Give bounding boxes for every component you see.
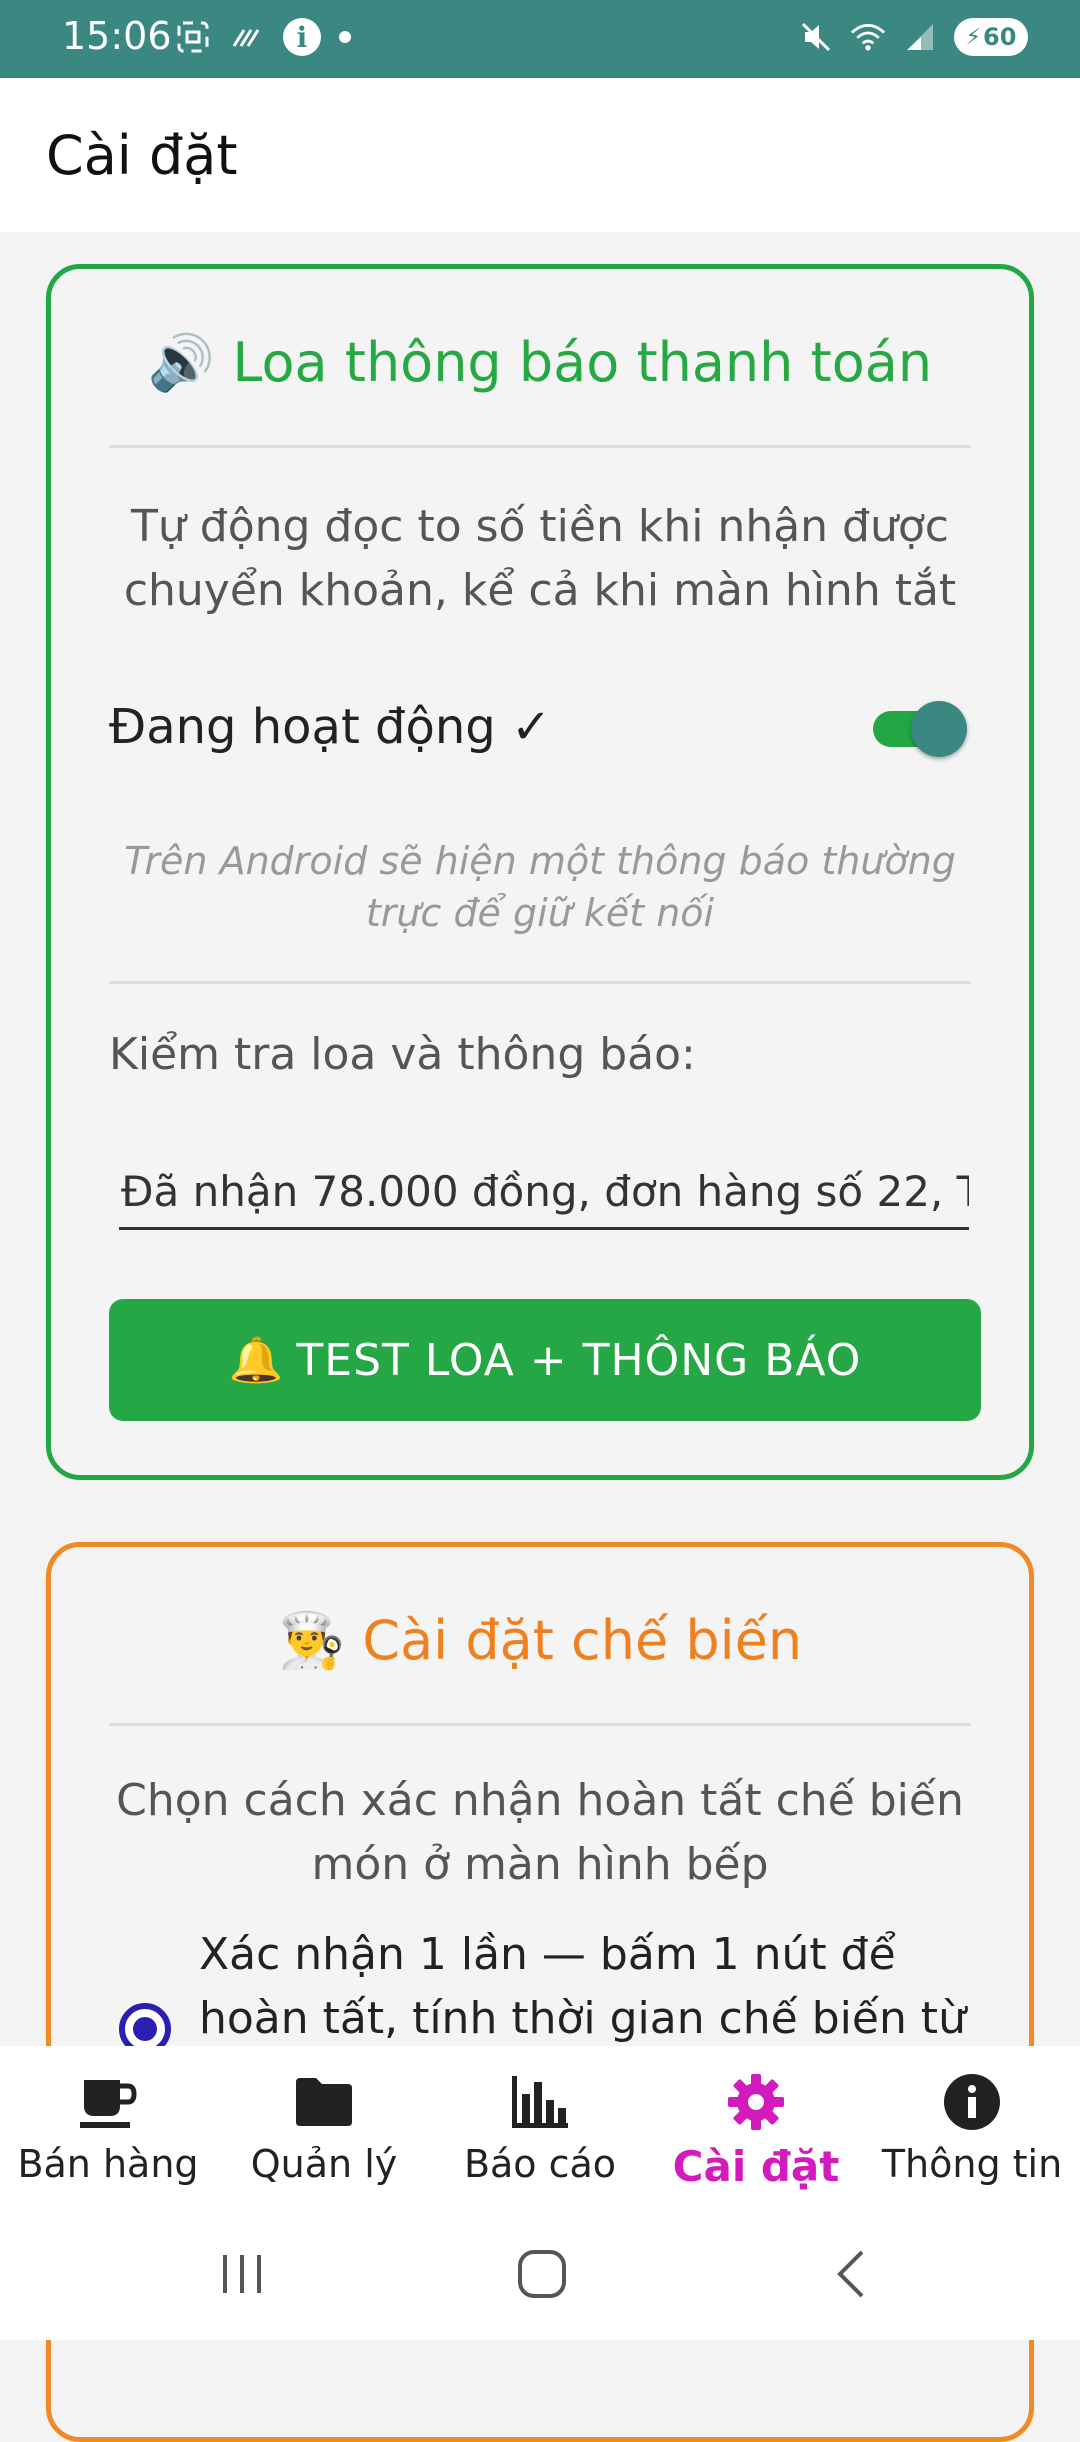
speaker-settings-card: 🔊 Loa thông báo thanh toán Tự động đọc t… xyxy=(46,264,1034,1480)
speaker-card-title: 🔊 Loa thông báo thanh toán xyxy=(51,331,1029,395)
chef-icon: 👨‍🍳 xyxy=(277,1609,346,1672)
kitchen-description: Chọn cách xác nhận hoàn tất chế biến món… xyxy=(116,1775,964,1890)
info-icon xyxy=(864,2070,1080,2134)
nav-item-thong-tin[interactable]: Thông tin xyxy=(864,2070,1080,2186)
nav-item-bao-cao[interactable]: Báo cáo xyxy=(432,2070,648,2186)
bottom-navigation: Bán hàng Quản lý Báo cáo Cài đặt Thông t… xyxy=(0,2046,1080,2206)
android-note: Trên Android sẽ hiện một thông báo thườn… xyxy=(124,839,956,935)
bell-icon: 🔔 xyxy=(228,1335,285,1386)
app-bar: Cài đặt xyxy=(0,78,1080,232)
nav-item-ban-hang[interactable]: Bán hàng xyxy=(0,2070,216,2186)
mute-icon xyxy=(798,19,834,55)
kitchen-card-title: 👨‍🍳 Cài đặt chế biến xyxy=(51,1609,1029,1673)
data-saver-icon xyxy=(229,19,265,55)
speaker-description: Tự động đọc to số tiền khi nhận được chu… xyxy=(123,501,957,616)
signal-icon xyxy=(902,19,938,55)
bar-chart-icon xyxy=(432,2070,648,2134)
confirm-once-label: Xác nhận 1 lần — bấm 1 nút để hoàn tất, … xyxy=(199,1929,966,2044)
divider xyxy=(109,981,971,984)
nav-item-quan-ly[interactable]: Quản lý xyxy=(216,2070,432,2186)
back-icon[interactable] xyxy=(820,2246,880,2302)
recent-apps-icon[interactable] xyxy=(212,2246,272,2302)
speaker-card-title-text: Loa thông báo thanh toán xyxy=(232,331,933,394)
kitchen-card-title-text: Cài đặt chế biến xyxy=(362,1609,803,1672)
home-icon[interactable] xyxy=(512,2246,572,2302)
page-title: Cài đặt xyxy=(46,124,238,187)
divider xyxy=(109,1723,971,1726)
status-right-icons: ⚡ 60 xyxy=(798,18,1028,56)
screenshot-icon xyxy=(175,19,211,55)
info-icon: i xyxy=(283,18,321,56)
speaker-toggle-row[interactable]: Đang hoạt động ✓ xyxy=(109,689,971,769)
speaker-toggle-switch[interactable] xyxy=(873,701,967,757)
status-time: 15:06 xyxy=(62,14,172,58)
nav-label: Quản lý xyxy=(250,2142,398,2186)
nav-label: Cài đặt xyxy=(672,2142,840,2191)
nav-item-cai-dat[interactable]: Cài đặt xyxy=(648,2070,864,2191)
battery-level: 60 xyxy=(983,23,1017,51)
test-speaker-button[interactable]: 🔔 TEST LOA + THÔNG BÁO xyxy=(109,1299,981,1421)
divider xyxy=(109,445,971,448)
gear-icon xyxy=(648,2070,864,2134)
nav-label: Bán hàng xyxy=(17,2142,199,2186)
nav-label: Báo cáo xyxy=(463,2142,617,2186)
wifi-icon xyxy=(850,19,886,55)
speaker-toggle-label: Đang hoạt động ✓ xyxy=(109,699,552,755)
battery-icon: ⚡ 60 xyxy=(954,18,1028,56)
speaker-icon: 🔊 xyxy=(147,331,216,394)
system-navigation-bar xyxy=(0,2206,1080,2340)
folder-icon xyxy=(216,2070,432,2134)
test-label: Kiểm tra loa và thông báo: xyxy=(109,1029,696,1080)
switch-knob xyxy=(911,701,967,757)
dot-icon xyxy=(339,31,351,43)
test-button-label: TEST LOA + THÔNG BÁO xyxy=(296,1334,862,1386)
test-message-input[interactable] xyxy=(119,1155,969,1230)
status-bar: 15:06 i ⚡ 60 xyxy=(0,0,1080,78)
coffee-cup-icon xyxy=(0,2070,216,2134)
nav-label: Thông tin xyxy=(881,2142,1063,2186)
status-left-icons: i xyxy=(175,18,351,56)
